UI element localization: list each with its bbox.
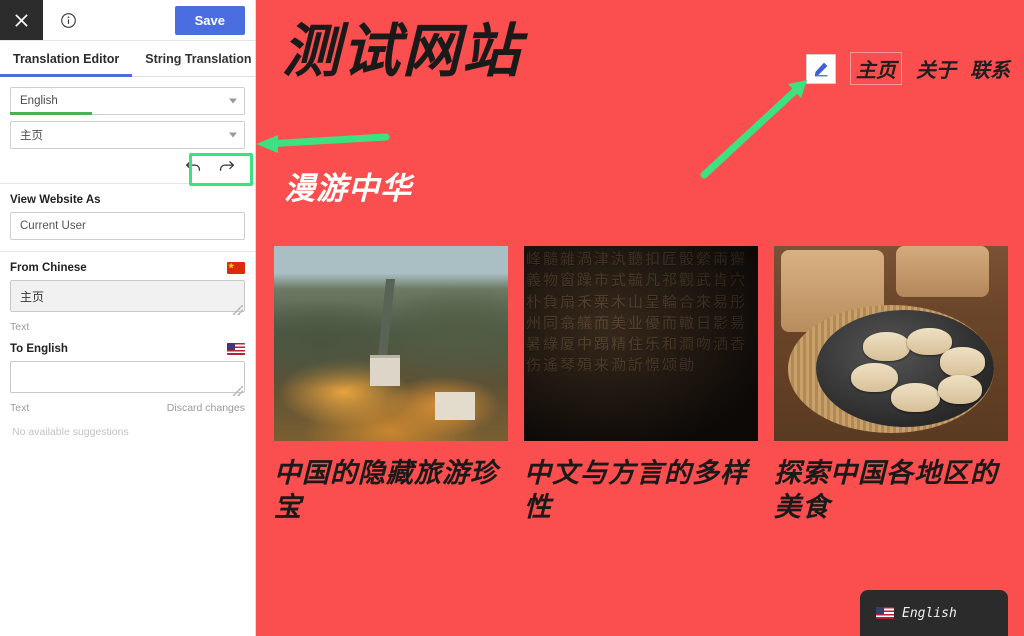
website-preview: 测试网站 主页 关于 联系 漫游中华 中国的隐藏旅游珍宝 峰髓雜渦津汍聽扣匠骰縈… [256, 0, 1024, 636]
watchtower-art [435, 392, 476, 420]
view-website-as-value: Current User [20, 220, 86, 232]
save-button[interactable]: Save [174, 5, 245, 35]
language-select-row: English [0, 77, 255, 115]
undo-redo-group [175, 156, 245, 176]
source-language-section: From Chinese Text [0, 252, 255, 333]
dumpling-art [891, 382, 941, 412]
bamboo-steamer-art [895, 246, 990, 297]
nav-link-contact[interactable]: 联系 [970, 54, 1010, 83]
nav-link-about[interactable]: 关于 [916, 54, 956, 83]
translation-editor-sidebar: Save Translation Editor String Translati… [0, 0, 256, 636]
great-wall-autumn-photo [274, 246, 508, 441]
no-suggestions-message: No available suggestions [12, 426, 129, 438]
chevron-down-icon [229, 98, 237, 104]
sidebar-tabs: Translation Editor String Translation [0, 41, 255, 77]
info-circle-icon[interactable] [43, 0, 93, 40]
steamed-dumplings-plate-photo [774, 246, 1008, 441]
dumpling-art [937, 374, 983, 404]
card-grid: 中国的隐藏旅游珍宝 峰髓雜渦津汍聽扣匠骰縈兩獬義物窗躁市式毓凡祁觀武肯穴朴負扇禾… [256, 208, 1024, 525]
page-select-row: 主页 [0, 115, 255, 149]
language-select-value: English [20, 95, 58, 107]
view-website-as-label-row: View Website As [10, 194, 245, 206]
app-root: Save Translation Editor String Translati… [0, 0, 1024, 636]
target-textarea-wrapper [10, 361, 245, 398]
history-controls-row [0, 149, 255, 184]
list-item[interactable]: 峰髓雜渦津汍聽扣匠骰縈兩獬義物窗躁市式毓凡祁觀武肯穴朴負扇禾栗木山呈輪合來易彤州… [524, 246, 758, 525]
chevron-down-icon [229, 132, 237, 138]
view-website-as-label: View Website As [10, 194, 101, 206]
stone-inscription-art: 峰髓雜渦津汍聽扣匠骰縈兩獬義物窗躁市式毓凡祁觀武肯穴朴負扇禾栗木山呈輪合來易彤州… [524, 246, 758, 441]
source-textarea-wrapper [10, 280, 245, 317]
target-language-section: To English Text Discard changes No avail… [0, 333, 255, 438]
dumpling-art [862, 331, 910, 362]
watchtower-art [369, 355, 401, 387]
dumpling-art [940, 347, 985, 377]
card-caption: 中国的隐藏旅游珍宝 [274, 458, 498, 523]
target-textarea[interactable] [10, 361, 245, 393]
undo-arrow-icon[interactable] [185, 159, 202, 173]
language-select[interactable]: English [10, 87, 245, 115]
list-item[interactable]: 探索中国各地区的美食 [774, 246, 1008, 525]
dumpling-art [851, 363, 899, 393]
target-hint: Text [10, 402, 30, 414]
tab-translation-editor[interactable]: Translation Editor [0, 41, 133, 77]
page-select[interactable]: 主页 [10, 121, 245, 149]
redo-arrow-icon[interactable] [218, 159, 235, 173]
dumplings-art [774, 246, 1008, 441]
site-title: 测试网站 [282, 17, 523, 85]
section-divider [0, 240, 255, 252]
tab-string-translation[interactable]: String Translation [132, 41, 255, 76]
flag-usa-icon [227, 343, 245, 355]
nav-link-home[interactable]: 主页 [850, 52, 902, 85]
stone-glyph-text: 峰髓雜渦津汍聽扣匠骰縈兩獬義物窗躁市式毓凡祁觀武肯穴朴負扇禾栗木山呈輪合來易彤州… [526, 250, 748, 375]
source-textarea[interactable] [10, 280, 245, 312]
site-nav: 主页 关于 联系 [806, 20, 1010, 85]
sidebar-body: English 主页 View Website As Current User … [0, 77, 255, 438]
source-hint: Text [10, 321, 30, 333]
discard-changes-link[interactable]: Discard changes [167, 402, 245, 414]
ancient-chinese-stone-inscription-photo: 峰髓雜渦津汍聽扣匠骰縈兩獬義物窗躁市式毓凡祁觀武肯穴朴負扇禾栗木山呈輪合來易彤州… [524, 246, 758, 441]
site-header: 测试网站 主页 关于 联系 [256, 0, 1024, 85]
site-subtitle: 漫游中华 [284, 171, 412, 207]
view-website-as-select[interactable]: Current User [10, 212, 245, 240]
page-select-value: 主页 [20, 130, 43, 142]
great-wall-art [274, 246, 508, 441]
list-item[interactable]: 中国的隐藏旅游珍宝 [274, 246, 508, 525]
sidebar-topbar: Save [0, 0, 255, 41]
card-caption: 探索中国各地区的美食 [774, 458, 998, 523]
to-english-label: To English [10, 343, 68, 355]
to-english-label-row: To English [10, 343, 245, 355]
save-button-wrapper: Save [174, 0, 255, 40]
source-hint-row: Text [10, 321, 245, 333]
flag-usa-icon [876, 607, 894, 619]
from-chinese-label: From Chinese [10, 262, 87, 274]
target-hint-row: Text Discard changes [10, 402, 245, 414]
language-switcher-widget[interactable]: English [860, 590, 1008, 636]
view-website-as-section: View Website As Current User [0, 184, 255, 240]
pencil-edit-icon[interactable] [806, 53, 836, 84]
language-switcher-label: English [902, 605, 957, 621]
flag-china-icon [227, 262, 245, 274]
from-chinese-label-row: From Chinese [10, 262, 245, 274]
card-caption: 中文与方言的多样性 [524, 458, 748, 523]
close-icon[interactable] [0, 0, 43, 40]
